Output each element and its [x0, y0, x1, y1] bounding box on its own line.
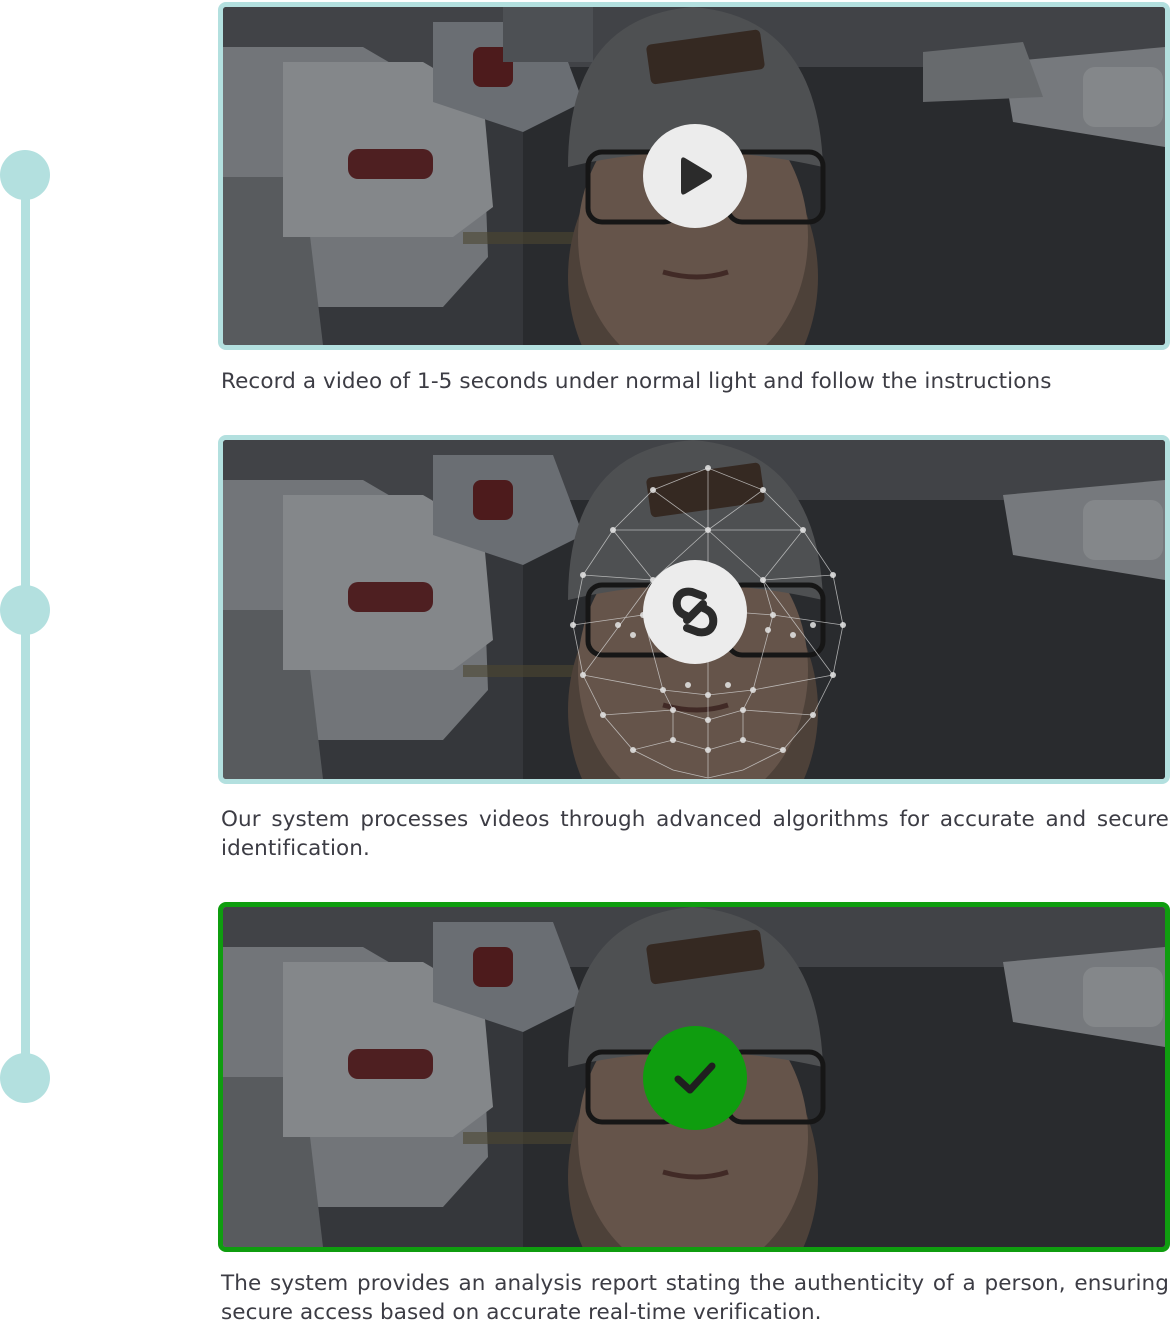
timeline-dot-step-1	[0, 150, 50, 200]
checkmark-icon	[674, 1062, 716, 1094]
step-1-video-preview[interactable]	[218, 2, 1170, 350]
processing-link-icon	[672, 587, 718, 637]
timeline-dot-step-3	[0, 1053, 50, 1103]
timeline-dot-step-2	[0, 585, 50, 635]
play-icon	[681, 157, 712, 195]
step-1-caption: Record a video of 1-5 seconds under norm…	[221, 369, 1052, 394]
verified-badge	[643, 1026, 747, 1130]
step-2-video-preview[interactable]	[218, 435, 1170, 784]
step-3-result-preview[interactable]	[218, 902, 1170, 1252]
step-2-caption: Our system processes videos through adva…	[221, 807, 1169, 861]
step-3-caption: The system provides an analysis report s…	[221, 1271, 1169, 1325]
processing-indicator	[643, 560, 747, 664]
play-button[interactable]	[643, 124, 747, 228]
